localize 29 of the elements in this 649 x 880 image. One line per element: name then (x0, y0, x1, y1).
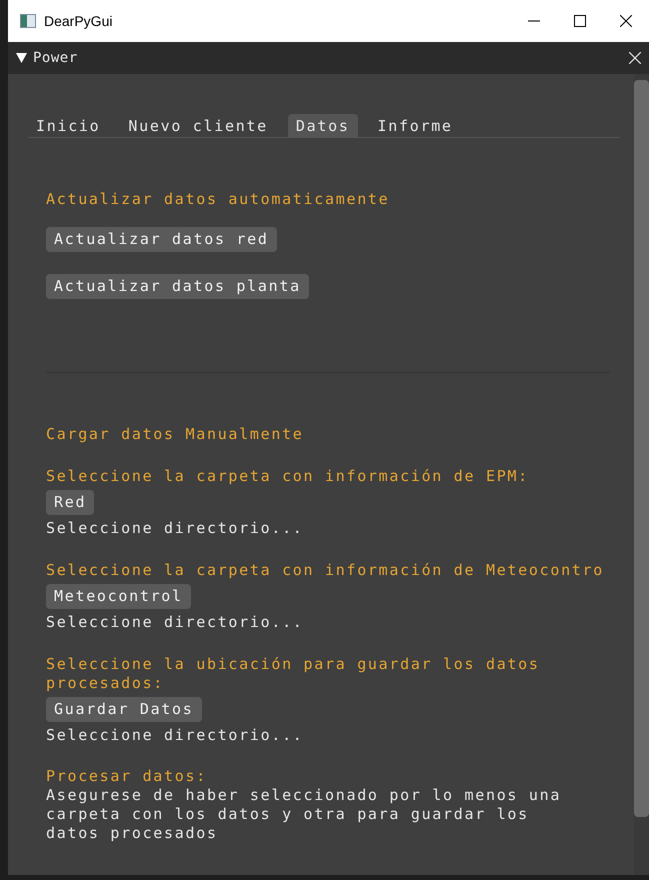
panel-header[interactable]: Power (8, 42, 649, 74)
minimize-icon (528, 20, 540, 22)
scrollbar[interactable] (634, 74, 649, 875)
action-button[interactable]: Meteocontrol (46, 584, 191, 609)
section-heading: Procesar datos: (46, 767, 208, 786)
action-button[interactable]: Guardar Datos (46, 697, 202, 722)
field-label: Seleccione la ubicación para guardar los datos procesados: (46, 655, 541, 693)
app-icon (20, 14, 36, 28)
directory-text: Seleccione directorio... (46, 519, 305, 538)
close-icon[interactable] (629, 52, 641, 64)
section-heading: Cargar datos Manualmente (46, 425, 305, 444)
tab[interactable]: Inicio (28, 114, 108, 137)
field-label: Seleccione la carpeta con información de Meteocontro (46, 561, 605, 580)
close-icon (620, 15, 632, 27)
tab[interactable]: Informe (370, 114, 461, 137)
directory-text: Seleccione directorio... (46, 613, 305, 632)
instruction-text: Asegurese de haber seleccionado por lo menos una carpeta con los datos y otra para guardar los datos procesados (46, 786, 562, 843)
down-triangle-icon[interactable] (16, 53, 27, 63)
action-button[interactable]: Actualizar datos red (46, 227, 277, 252)
action-button[interactable]: Red (46, 490, 94, 515)
action-button[interactable]: Actualizar datos planta (46, 274, 309, 299)
tab[interactable]: Datos (288, 114, 358, 137)
maximize-icon (574, 15, 586, 27)
section-heading: Actualizar datos automaticamente (46, 190, 390, 209)
field-label: Seleccione la carpeta con información de EPM: (46, 467, 530, 486)
tab[interactable]: Nuevo cliente (120, 114, 276, 137)
panel-title: Power (33, 48, 78, 68)
directory-text: Seleccione directorio... (46, 726, 305, 745)
window-title: DearPyGui (44, 12, 112, 31)
